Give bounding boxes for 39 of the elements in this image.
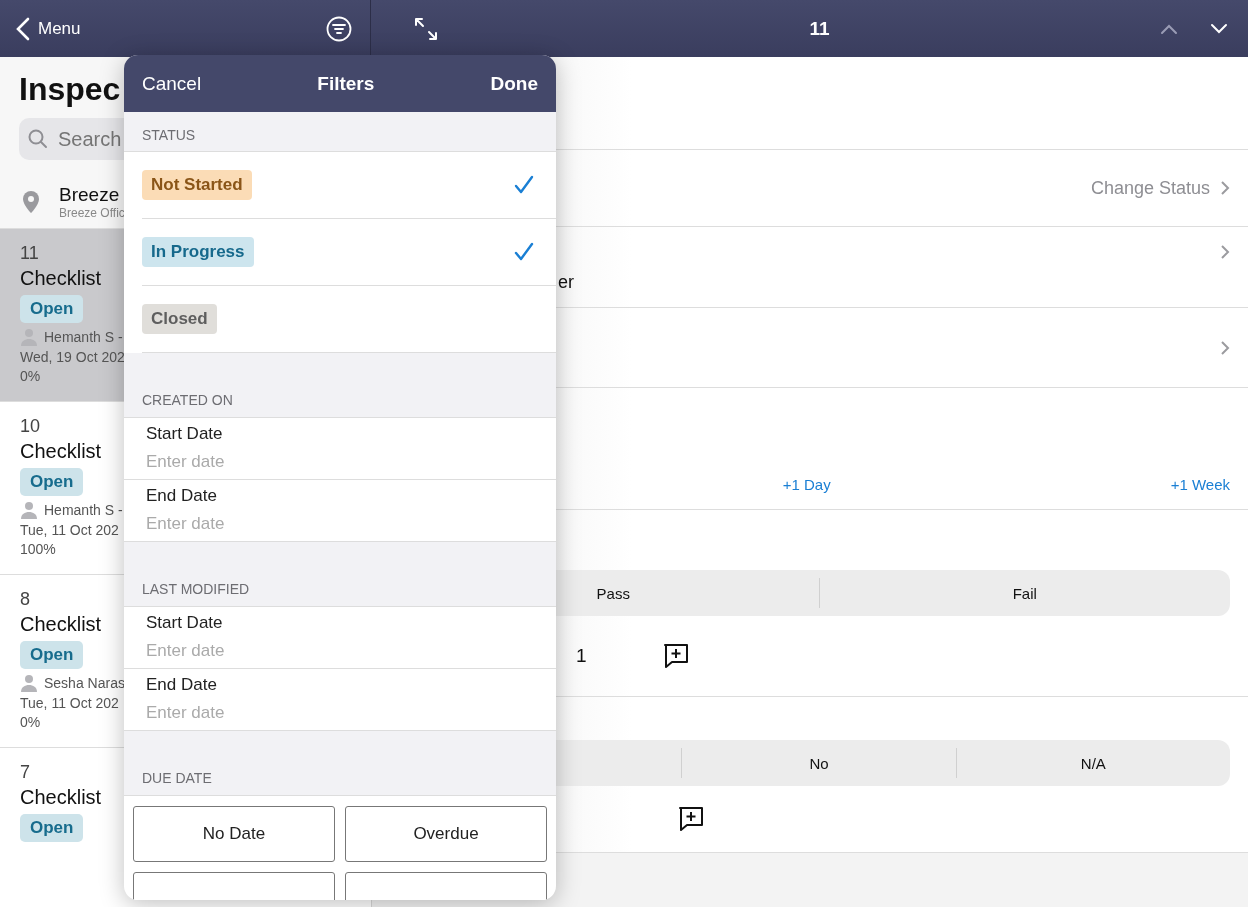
- inspection-name: Checklist: [20, 613, 102, 636]
- section-heading: STATUS: [142, 126, 196, 143]
- location-subtitle: Breeze Offic: [59, 206, 125, 220]
- inspection-number: 8: [20, 589, 30, 610]
- section-heading: CREATED ON: [142, 392, 233, 408]
- status-tag: Not Started: [142, 170, 252, 200]
- record-number-title: 11: [808, 17, 831, 40]
- inspection-name: Checklist: [20, 440, 102, 463]
- location-name: Breeze: [59, 184, 121, 206]
- inspection-name: Checklist: [20, 267, 102, 290]
- inspection-number: 11: [20, 243, 39, 264]
- date-label: End Date: [146, 486, 218, 506]
- date-label: End Date: [146, 675, 218, 695]
- inspection-number: 10: [20, 416, 41, 437]
- inspection-date: Tue, 11 Oct 202: [20, 522, 119, 538]
- answer-count: 1: [576, 645, 587, 667]
- status-tag: Open: [20, 468, 84, 496]
- status-tag: Open: [20, 814, 84, 842]
- progress-percent: 100%: [20, 541, 56, 557]
- status-tag: In Progress: [142, 237, 254, 267]
- section-heading: DUE DATE: [142, 770, 212, 786]
- assignee-name: Hemanth S -: [44, 329, 123, 345]
- inspection-name: Checklist: [20, 786, 102, 809]
- progress-percent: 0%: [20, 368, 41, 384]
- progress-percent: 0%: [20, 714, 41, 730]
- inspection-date: Tue, 11 Oct 202: [20, 695, 119, 711]
- assignee-name: Sesha Naras: [44, 675, 125, 691]
- popover-title: Filters: [317, 72, 375, 95]
- date-label: Start Date: [146, 613, 224, 633]
- assignee-name: Hemanth S -: [44, 502, 123, 518]
- section-heading: LAST MODIFIED: [142, 581, 250, 597]
- status-tag: Open: [20, 641, 84, 669]
- sidebar-title: Inspec: [19, 71, 121, 108]
- field-value: er: [558, 272, 574, 293]
- inspection-number: 7: [20, 762, 30, 783]
- status-tag: Open: [20, 295, 84, 323]
- date-label: Start Date: [146, 424, 224, 444]
- status-tag: Closed: [142, 304, 217, 334]
- inspection-date: Wed, 19 Oct 202: [20, 349, 125, 365]
